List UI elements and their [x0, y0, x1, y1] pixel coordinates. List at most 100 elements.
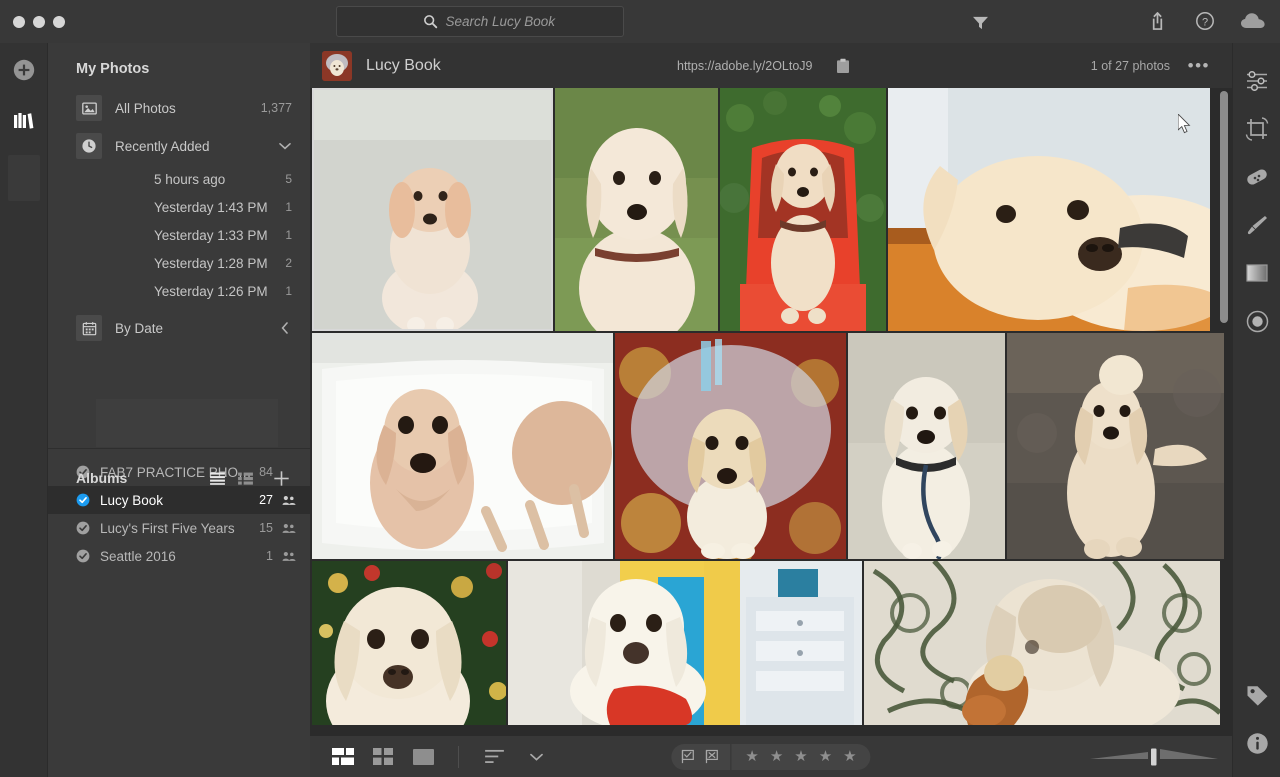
toolbar-divider [458, 745, 459, 768]
rating-toolbar: ★ ★ ★ ★ ★ [671, 743, 871, 770]
more-options-button[interactable]: ••• [1188, 57, 1210, 74]
star-rating-4[interactable]: ★ [819, 749, 832, 764]
plus-icon[interactable] [270, 467, 292, 489]
search-input[interactable]: Search Lucy Book [336, 6, 624, 37]
sidebar-recent-item[interactable]: Yesterday 1:33 PM 1 [48, 221, 310, 249]
sidebar-item-all-photos[interactable]: All Photos 1,377 [48, 89, 310, 127]
masonry-view-button[interactable] [330, 746, 356, 768]
photo-puppy-on-red-chair[interactable] [720, 88, 886, 331]
recent-item-count: 1 [285, 200, 292, 214]
library-icon [14, 113, 34, 129]
window-controls[interactable] [13, 15, 65, 28]
add-photos-icon [13, 59, 35, 81]
sidebar-recent-item[interactable]: Yesterday 1:26 PM 1 [48, 277, 310, 305]
cloud-sync-button[interactable] [1240, 8, 1266, 34]
share-icon [1152, 12, 1162, 30]
library-button[interactable] [0, 97, 48, 143]
list-view-icon[interactable] [206, 467, 228, 489]
album-cover-thumbnail[interactable] [322, 50, 352, 81]
album-count: 15 [259, 521, 273, 535]
share-url-text[interactable]: https://adobe.ly/2OLtoJ9 [677, 59, 813, 73]
edit-panel-button[interactable] [1233, 57, 1280, 105]
grid-view-icon[interactable] [234, 467, 256, 489]
filter-icon [972, 15, 989, 30]
album-count: 1 [266, 549, 273, 563]
photo-puppy-christmas-tree[interactable] [312, 561, 506, 725]
photo-puppy-on-tile[interactable] [312, 88, 553, 331]
photo-puppy-on-leash[interactable] [848, 333, 1005, 559]
sidebar-recent-item[interactable]: Yesterday 1:28 PM 2 [48, 249, 310, 277]
close-button[interactable] [13, 15, 25, 28]
cloud-icon [1241, 13, 1265, 28]
star-rating-5[interactable]: ★ [843, 749, 856, 764]
photo-puppy-with-stuffed-animal[interactable] [864, 561, 1220, 725]
star-rating-3[interactable]: ★ [794, 749, 807, 764]
recent-item-label: Yesterday 1:28 PM [154, 255, 268, 271]
photo-icon [76, 95, 102, 121]
add-photos-button[interactable] [0, 47, 48, 93]
grid-view-icon [373, 748, 393, 765]
sidebar-item-recently-added[interactable]: Recently Added [48, 127, 310, 165]
grid-view-button[interactable] [370, 746, 396, 768]
sort-dropdown-button[interactable] [523, 746, 549, 768]
photo-puppy-in-bathtub[interactable] [312, 333, 613, 559]
search-container[interactable]: Search Lucy Book [336, 6, 624, 37]
info-panel-button[interactable] [1233, 719, 1280, 767]
info-icon [1246, 732, 1269, 755]
grid-scrollbar[interactable] [1220, 91, 1228, 323]
check-circle-icon [76, 549, 90, 563]
content-area: Lucy Book https://adobe.ly/2OLtoJ9 1 of … [310, 43, 1232, 777]
flag-pick-icon[interactable] [681, 749, 696, 764]
help-button[interactable]: ? [1192, 8, 1218, 34]
sidebar: My Photos All Photos 1,377 Recently Adde… [48, 43, 310, 777]
chevron-down-icon [529, 753, 543, 761]
right-rail [1232, 43, 1280, 777]
check-circle-icon [76, 521, 90, 535]
album-header: Lucy Book https://adobe.ly/2OLtoJ9 1 of … [310, 43, 1232, 88]
healing-panel-button[interactable] [1233, 153, 1280, 201]
star-rating-1[interactable]: ★ [745, 749, 758, 764]
share-button[interactable] [1144, 8, 1170, 34]
minimize-button[interactable] [33, 15, 45, 28]
zoom-button[interactable] [53, 15, 65, 28]
photo-puppy-in-grass[interactable] [555, 88, 718, 331]
sidebar-item-label: Recently Added [115, 138, 210, 154]
sidebar-divider [48, 448, 310, 449]
copy-link-button[interactable] [834, 57, 852, 75]
sidebar-recent-item[interactable]: Yesterday 1:43 PM 1 [48, 193, 310, 221]
left-rail-panel-bg [8, 155, 40, 201]
photo-grid [310, 88, 1232, 733]
photo-puppy-with-red-blanket[interactable] [508, 561, 862, 725]
detail-view-button[interactable] [410, 746, 436, 768]
radial-gradient-button[interactable] [1233, 297, 1280, 345]
album-name: Lucy's First Five Years [100, 520, 235, 536]
keywords-panel-button[interactable] [1233, 671, 1280, 719]
sidebar-item-by-date[interactable]: By Date [48, 309, 310, 347]
clock-icon [76, 133, 102, 159]
filter-button[interactable] [967, 10, 993, 34]
chevron-left-icon[interactable] [278, 321, 292, 335]
brush-panel-button[interactable] [1233, 201, 1280, 249]
chevron-down-icon[interactable] [278, 139, 292, 153]
recent-item-label: Yesterday 1:43 PM [154, 199, 268, 215]
photo-puppy-on-sand[interactable] [1007, 333, 1224, 559]
star-rating-2[interactable]: ★ [770, 749, 783, 764]
flag-group [671, 743, 732, 770]
keywords-tag-icon [1246, 684, 1269, 707]
sidebar-recent-item[interactable]: 5 hours ago 5 [48, 165, 310, 193]
crop-panel-button[interactable] [1233, 105, 1280, 153]
photo-puppy-with-cone[interactable] [615, 333, 846, 559]
album-row-lucys-first-five-years[interactable]: Lucy's First Five Years 15 [48, 514, 310, 542]
search-placeholder-text: Search Lucy Book [445, 14, 555, 29]
search-icon [423, 14, 438, 29]
photo-count-label: 1 of 27 photos [1090, 58, 1170, 73]
recent-item-count: 5 [285, 172, 292, 186]
linear-gradient-button[interactable] [1233, 249, 1280, 297]
sort-button[interactable] [481, 746, 507, 768]
album-row-seattle-2016[interactable]: Seattle 2016 1 [48, 542, 310, 570]
edit-sliders-icon [1245, 70, 1269, 92]
flag-reject-icon[interactable] [705, 749, 720, 764]
brush-icon [1245, 213, 1269, 237]
thumbnail-size-slider[interactable] [1090, 746, 1218, 768]
photo-puppy-lying-on-floor[interactable] [888, 88, 1210, 331]
